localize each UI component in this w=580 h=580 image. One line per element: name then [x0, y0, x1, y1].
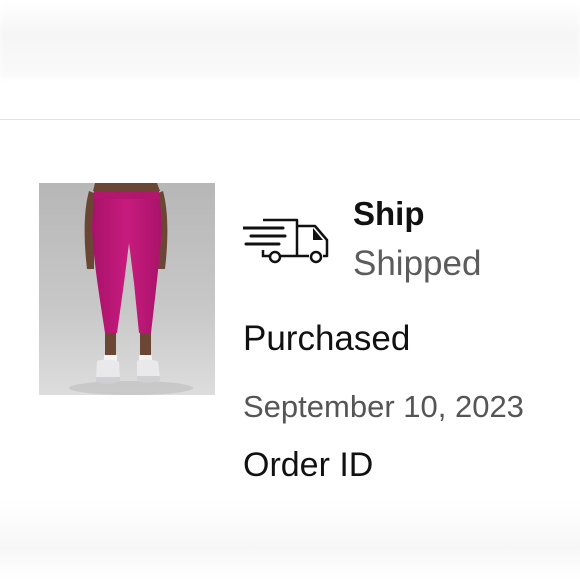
- purchased-label: Purchased: [243, 319, 411, 358]
- product-image[interactable]: [39, 183, 215, 395]
- shipping-status: Shipped: [353, 244, 482, 283]
- section-divider: [0, 119, 580, 120]
- purchase-date: September 10, 2023: [243, 389, 524, 424]
- blurred-header-area: [0, 0, 580, 78]
- order-detail-screen: Ship Shipped Purchased September 10, 202…: [0, 0, 580, 580]
- bottom-fade: [0, 500, 580, 580]
- order-id-label: Order ID: [243, 446, 374, 484]
- leggings-photo: [39, 183, 215, 395]
- delivery-truck-icon: [241, 212, 335, 268]
- shipping-method-title: Ship: [353, 195, 425, 232]
